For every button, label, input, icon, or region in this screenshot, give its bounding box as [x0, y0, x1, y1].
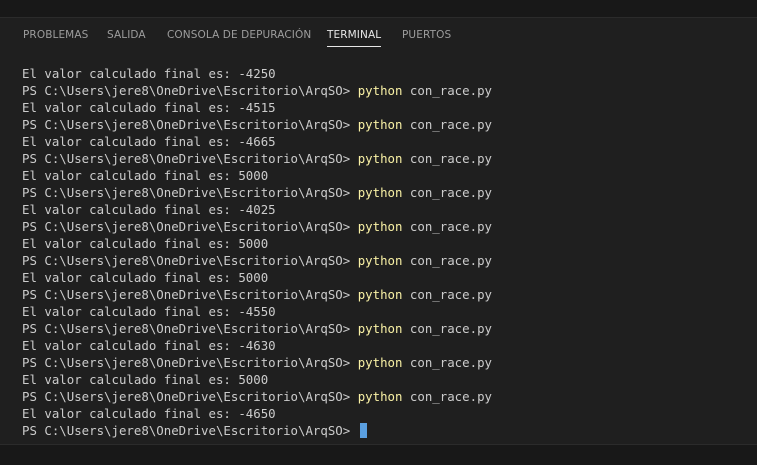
- tab-debug-console[interactable]: CONSOLA DE DEPURACIÓN: [167, 29, 311, 41]
- command-program: python: [357, 219, 403, 234]
- command-program: python: [357, 151, 403, 166]
- prompt-path: PS C:\Users\jere8\OneDrive\Escritorio\Ar…: [22, 151, 358, 166]
- command-args: con_race.py: [402, 117, 492, 132]
- terminal-output-line: El valor calculado final es: 5000: [22, 372, 269, 387]
- command-program: python: [357, 185, 403, 200]
- terminal-prompt-line: PS C:\Users\jere8\OneDrive\Escritorio\Ar…: [22, 82, 752, 99]
- tab-ports[interactable]: PUERTOS: [402, 29, 451, 41]
- terminal-output-line: El valor calculado final es: 5000: [22, 236, 269, 251]
- command-args: con_race.py: [402, 355, 492, 370]
- prompt-path: PS C:\Users\jere8\OneDrive\Escritorio\Ar…: [22, 185, 358, 200]
- command-args: con_race.py: [402, 151, 492, 166]
- terminal-output-line: El valor calculado final es: -4025: [22, 202, 276, 217]
- command-program: python: [357, 253, 403, 268]
- terminal-output-line: El valor calculado final es: -4650: [22, 406, 276, 421]
- status-strip: [0, 444, 757, 465]
- command-program: python: [357, 287, 403, 302]
- tab-output[interactable]: SALIDA: [107, 29, 146, 41]
- terminal-output-line: El valor calculado final es: 5000: [22, 270, 269, 285]
- prompt-path: PS C:\Users\jere8\OneDrive\Escritorio\Ar…: [22, 83, 358, 98]
- command-args: con_race.py: [402, 389, 492, 404]
- tab-terminal[interactable]: TERMINAL: [327, 29, 382, 47]
- terminal-prompt-line: PS C:\Users\jere8\OneDrive\Escritorio\Ar…: [22, 218, 752, 235]
- command-program: python: [357, 389, 403, 404]
- terminal-output-line: El valor calculado final es: -4630: [22, 338, 276, 353]
- command-args: con_race.py: [402, 287, 492, 302]
- terminal-cursor: [359, 423, 367, 438]
- command-program: python: [357, 355, 403, 370]
- terminal-prompt-line: PS C:\Users\jere8\OneDrive\Escritorio\Ar…: [22, 116, 752, 133]
- command-args: con_race.py: [402, 253, 492, 268]
- prompt-path: PS C:\Users\jere8\OneDrive\Escritorio\Ar…: [22, 117, 358, 132]
- terminal-prompt-line: PS C:\Users\jere8\OneDrive\Escritorio\Ar…: [22, 320, 752, 337]
- terminal-output-line: El valor calculado final es: -4550: [22, 304, 276, 319]
- command-program: python: [357, 321, 403, 336]
- command-args: con_race.py: [402, 83, 492, 98]
- command-program: python: [357, 117, 403, 132]
- panel-tab-bar: PROBLEMAS SALIDA CONSOLA DE DEPURACIÓN T…: [0, 18, 757, 54]
- prompt-path: PS C:\Users\jere8\OneDrive\Escritorio\Ar…: [22, 321, 358, 336]
- terminal-prompt-line: PS C:\Users\jere8\OneDrive\Escritorio\Ar…: [22, 286, 752, 303]
- prompt-path: PS C:\Users\jere8\OneDrive\Escritorio\Ar…: [22, 219, 358, 234]
- terminal-prompt-line: PS C:\Users\jere8\OneDrive\Escritorio\Ar…: [22, 150, 752, 167]
- terminal-prompt-line: PS C:\Users\jere8\OneDrive\Escritorio\Ar…: [22, 354, 752, 371]
- terminal-output-line: El valor calculado final es: -4250: [22, 66, 276, 81]
- terminal-output-line: El valor calculado final es: 5000: [22, 168, 269, 183]
- terminal-prompt-line: PS C:\Users\jere8\OneDrive\Escritorio\Ar…: [22, 388, 752, 405]
- terminal-prompt-line: PS C:\Users\jere8\OneDrive\Escritorio\Ar…: [22, 252, 752, 269]
- prompt-path: PS C:\Users\jere8\OneDrive\Escritorio\Ar…: [22, 287, 358, 302]
- prompt-path: PS C:\Users\jere8\OneDrive\Escritorio\Ar…: [22, 253, 358, 268]
- terminal-current-prompt[interactable]: PS C:\Users\jere8\OneDrive\Escritorio\Ar…: [22, 422, 752, 439]
- terminal-output[interactable]: El valor calculado final es: -4250 PS C:…: [22, 65, 752, 439]
- command-args: con_race.py: [402, 321, 492, 336]
- prompt-path: PS C:\Users\jere8\OneDrive\Escritorio\Ar…: [22, 423, 358, 438]
- terminal-prompt-line: PS C:\Users\jere8\OneDrive\Escritorio\Ar…: [22, 184, 752, 201]
- command-args: con_race.py: [402, 219, 492, 234]
- editor-top-strip: [0, 0, 757, 18]
- terminal-output-line: El valor calculado final es: -4515: [22, 100, 276, 115]
- tab-problems[interactable]: PROBLEMAS: [23, 29, 88, 41]
- prompt-path: PS C:\Users\jere8\OneDrive\Escritorio\Ar…: [22, 389, 358, 404]
- command-args: con_race.py: [402, 185, 492, 200]
- command-program: python: [357, 83, 403, 98]
- terminal-output-line: El valor calculado final es: -4665: [22, 134, 276, 149]
- bottom-panel: PROBLEMAS SALIDA CONSOLA DE DEPURACIÓN T…: [0, 18, 757, 444]
- prompt-path: PS C:\Users\jere8\OneDrive\Escritorio\Ar…: [22, 355, 358, 370]
